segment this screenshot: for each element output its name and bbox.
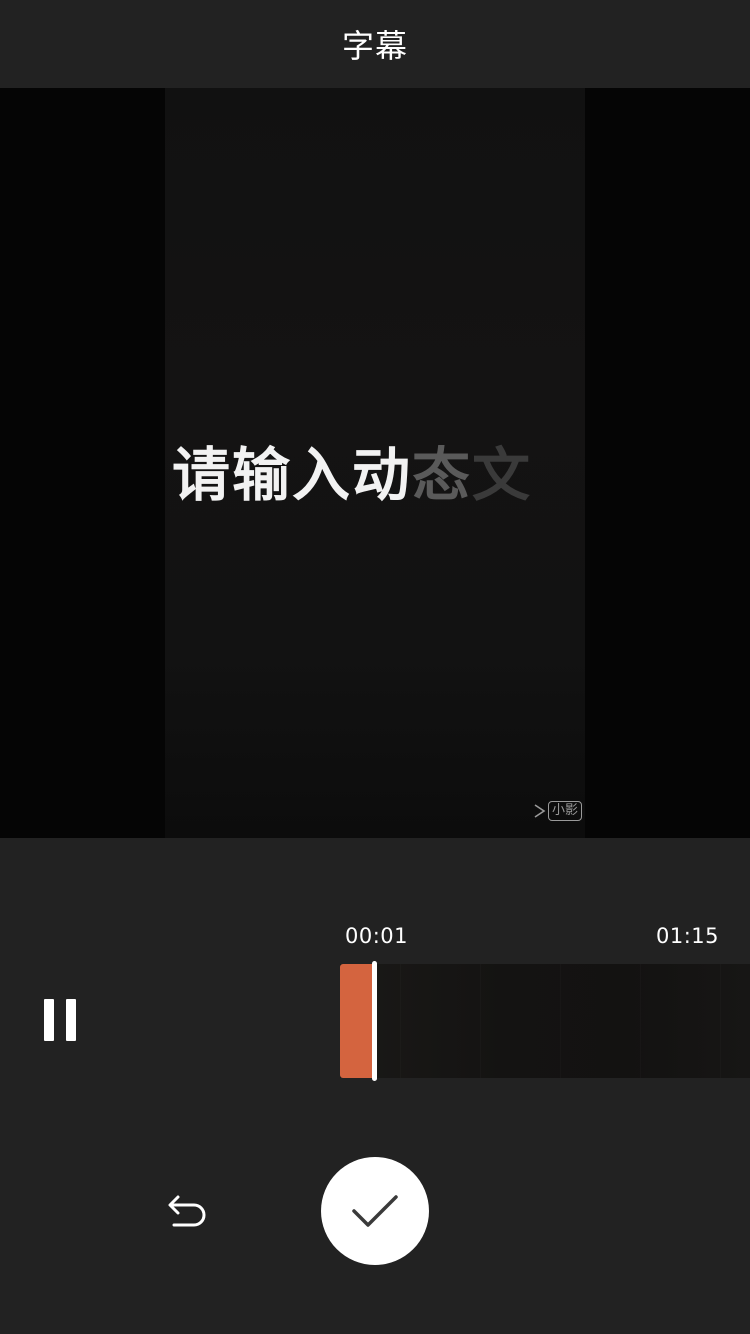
checkmark-icon xyxy=(352,1195,398,1227)
current-time: 00:01 xyxy=(345,924,409,948)
top-bar: 字幕 xyxy=(0,0,750,88)
pause-button[interactable] xyxy=(20,965,100,1075)
playhead[interactable] xyxy=(372,961,377,1081)
subtitle-text-highlighted: 请输入动 xyxy=(172,441,413,509)
undo-button[interactable] xyxy=(160,1185,216,1237)
subtitle-text-pending: 文 xyxy=(472,441,533,509)
undo-icon xyxy=(168,1195,206,1227)
total-duration: 01:15 xyxy=(655,924,719,948)
watermark-text: 小影 xyxy=(548,801,583,821)
pause-icon xyxy=(44,999,76,1041)
subtitle-overlay[interactable]: 请输入动态文 xyxy=(172,428,532,512)
video-preview[interactable]: 请输入动态文 小影 xyxy=(0,88,750,838)
confirm-button[interactable] xyxy=(321,1157,429,1265)
page-title: 字幕 xyxy=(341,27,408,65)
watermark-logo: 小影 xyxy=(534,801,583,821)
timeline-track[interactable] xyxy=(340,964,750,1078)
subtitle-clip[interactable] xyxy=(340,964,374,1078)
subtitle-text-fading: 态 xyxy=(412,441,473,509)
camera-icon xyxy=(534,804,546,818)
